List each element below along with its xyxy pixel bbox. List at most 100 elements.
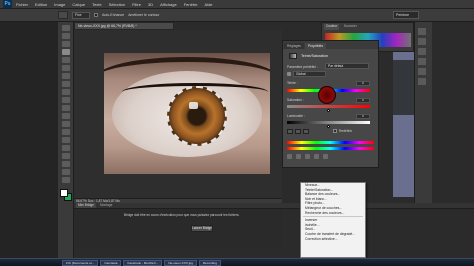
panel-bottom-toolbar: [287, 153, 375, 160]
tab-couleur[interactable]: Couleur: [324, 24, 340, 30]
history-brush-tool-icon[interactable]: [61, 97, 70, 103]
eyedropper-add-icon[interactable]: [295, 129, 301, 134]
panel-icon[interactable]: [418, 38, 426, 45]
blur-tool-icon[interactable]: [61, 121, 70, 127]
auto-enhance-label: Auto-Enhance: [102, 13, 125, 17]
mini-bridge-panel: Bridge doit être en cours d'exécution po…: [74, 209, 282, 249]
text-tool-icon[interactable]: [61, 145, 70, 151]
zoom-tool-icon[interactable]: [61, 177, 70, 183]
crop-tool-icon[interactable]: [61, 57, 70, 63]
delete-icon[interactable]: [323, 154, 328, 159]
lightness-label: Luminosité :: [287, 114, 305, 118]
color-swatches[interactable]: [59, 189, 72, 201]
hue-spectrum-top: [287, 141, 374, 144]
menu-3d[interactable]: 3D: [145, 2, 156, 7]
tool-preset-picker[interactable]: [58, 11, 68, 19]
move-tool-icon[interactable]: [61, 25, 70, 31]
panel-title: Teinte/Saturation: [301, 54, 328, 58]
menu-edition[interactable]: Edition: [32, 2, 50, 7]
auto-enhance-checkbox[interactable]: [94, 13, 98, 17]
eyedropper-icon[interactable]: [287, 129, 293, 134]
menu-texte[interactable]: Texte: [89, 2, 105, 7]
marquee-tool-icon[interactable]: [61, 33, 70, 39]
hue-spectrum-bottom: [287, 147, 374, 150]
panel-icon[interactable]: [418, 68, 426, 75]
quick-selection-tool-icon[interactable]: [61, 49, 70, 55]
mode-select[interactable]: Fixe: [72, 11, 90, 19]
clone-stamp-tool-icon[interactable]: [61, 89, 70, 95]
foreground-color-swatch[interactable]: [59, 189, 68, 197]
saturation-slider-thumb[interactable]: [326, 108, 331, 113]
launch-bridge-button[interactable]: Lancer Bridge: [191, 225, 213, 232]
workspace-select[interactable]: Peinture: [393, 11, 419, 19]
dodge-tool-icon[interactable]: [61, 129, 70, 135]
panel-icon[interactable]: [418, 78, 426, 85]
saturation-value[interactable]: 0: [356, 98, 370, 103]
taskbar-item-camtasia[interactable]: Camtasia: [100, 259, 122, 266]
photoshop-logo: Ps: [3, 0, 12, 8]
hue-value[interactable]: 0: [356, 81, 370, 86]
saturation-label: Saturation :: [287, 98, 304, 102]
menu-filtre[interactable]: Filtre: [129, 2, 144, 7]
cursor-highlight: [318, 86, 336, 104]
menu-fichier[interactable]: Fichier: [13, 2, 31, 7]
healing-brush-tool-icon[interactable]: [61, 73, 70, 79]
target-adjust-icon[interactable]: [287, 72, 291, 76]
tab-properties[interactable]: Propriétés: [304, 43, 326, 49]
gradient-tool-icon[interactable]: [61, 113, 70, 119]
menu-selection[interactable]: Sélection: [106, 2, 128, 7]
path-selection-tool-icon[interactable]: [61, 153, 70, 159]
pen-tool-icon[interactable]: [61, 137, 70, 143]
toolbox: [58, 22, 74, 266]
hue-label: Teinte :: [287, 81, 298, 85]
channel-select[interactable]: Global: [293, 71, 326, 77]
colorize-checkbox[interactable]: [333, 129, 337, 133]
menu-bar: Ps Fichier Edition Image Calque Texte Sé…: [0, 0, 474, 9]
adjustment-context-menu: Niveaux... Teinte/Saturation... Balance …: [300, 182, 366, 258]
view-previous-icon[interactable]: [296, 154, 301, 159]
eyedropper-subtract-icon[interactable]: [303, 129, 309, 134]
brush-tool-icon[interactable]: [61, 81, 70, 87]
eye-photo[interactable]: [104, 53, 270, 174]
tab-adjustments[interactable]: Réglages: [284, 43, 304, 49]
menu-separator: [303, 216, 363, 218]
taskbar-item-photoshop[interactable]: Ne-vieux-XXX.jpg: [164, 259, 197, 266]
eye-white: [112, 71, 268, 157]
reset-icon[interactable]: [305, 154, 310, 159]
hand-tool-icon[interactable]: [61, 169, 70, 175]
preset-select[interactable]: Par défaut: [325, 63, 369, 69]
left-background: [0, 22, 58, 258]
preset-label: Paramètre prédéfini :: [287, 65, 318, 69]
menu-calque[interactable]: Calque: [69, 2, 88, 7]
lightness-slider-thumb[interactable]: [326, 124, 331, 129]
panel-icon[interactable]: [418, 48, 426, 55]
eraser-tool-icon[interactable]: [61, 105, 70, 111]
lightness-value[interactable]: 0: [356, 114, 370, 119]
iris-selection: [167, 86, 227, 146]
lasso-tool-icon[interactable]: [61, 41, 70, 47]
menu-item-correction-selective[interactable]: Correction sélective...: [301, 237, 365, 242]
colorize-label: Redéfinir: [339, 129, 353, 133]
panel-icon[interactable]: [418, 28, 426, 35]
menu-fenetre[interactable]: Fenêtre: [181, 2, 201, 7]
tab-mini-bridge[interactable]: Mini Bridge: [76, 203, 96, 208]
taskbar-item-recording[interactable]: Recording: [198, 259, 221, 266]
visibility-icon[interactable]: [314, 154, 319, 159]
taskbar-item-firefox[interactable]: Facebook - Mozilla F...: [123, 259, 163, 266]
tab-montage[interactable]: Montage: [98, 203, 114, 208]
menu-aide[interactable]: Aide: [202, 2, 216, 7]
windows-taskbar: FIC [Documents et... Camtasia Facebook -…: [0, 258, 474, 266]
document-tab[interactable]: Ne-vieux-XXX.jpg @ 66,7% (RVB/8) *: [74, 22, 174, 30]
eyedropper-tool-icon[interactable]: [61, 65, 70, 71]
shape-tool-icon[interactable]: [61, 161, 70, 167]
tab-nuancier[interactable]: Nuancier: [342, 24, 359, 30]
properties-tab-bar: Réglages Propriétés: [283, 41, 378, 49]
menu-image[interactable]: Image: [51, 2, 68, 7]
collapsed-panel-icons: [418, 28, 426, 88]
refine-edge-button[interactable]: Améliorer le contour: [128, 13, 159, 17]
taskbar-item-explorer[interactable]: FIC [Documents et...: [62, 259, 99, 266]
panel-icon[interactable]: [418, 58, 426, 65]
clip-to-layer-icon[interactable]: [287, 154, 292, 159]
menu-affichage[interactable]: Affichage: [157, 2, 180, 7]
menu-item-recherche-couleurs[interactable]: Recherche des couleurs...: [301, 211, 365, 216]
